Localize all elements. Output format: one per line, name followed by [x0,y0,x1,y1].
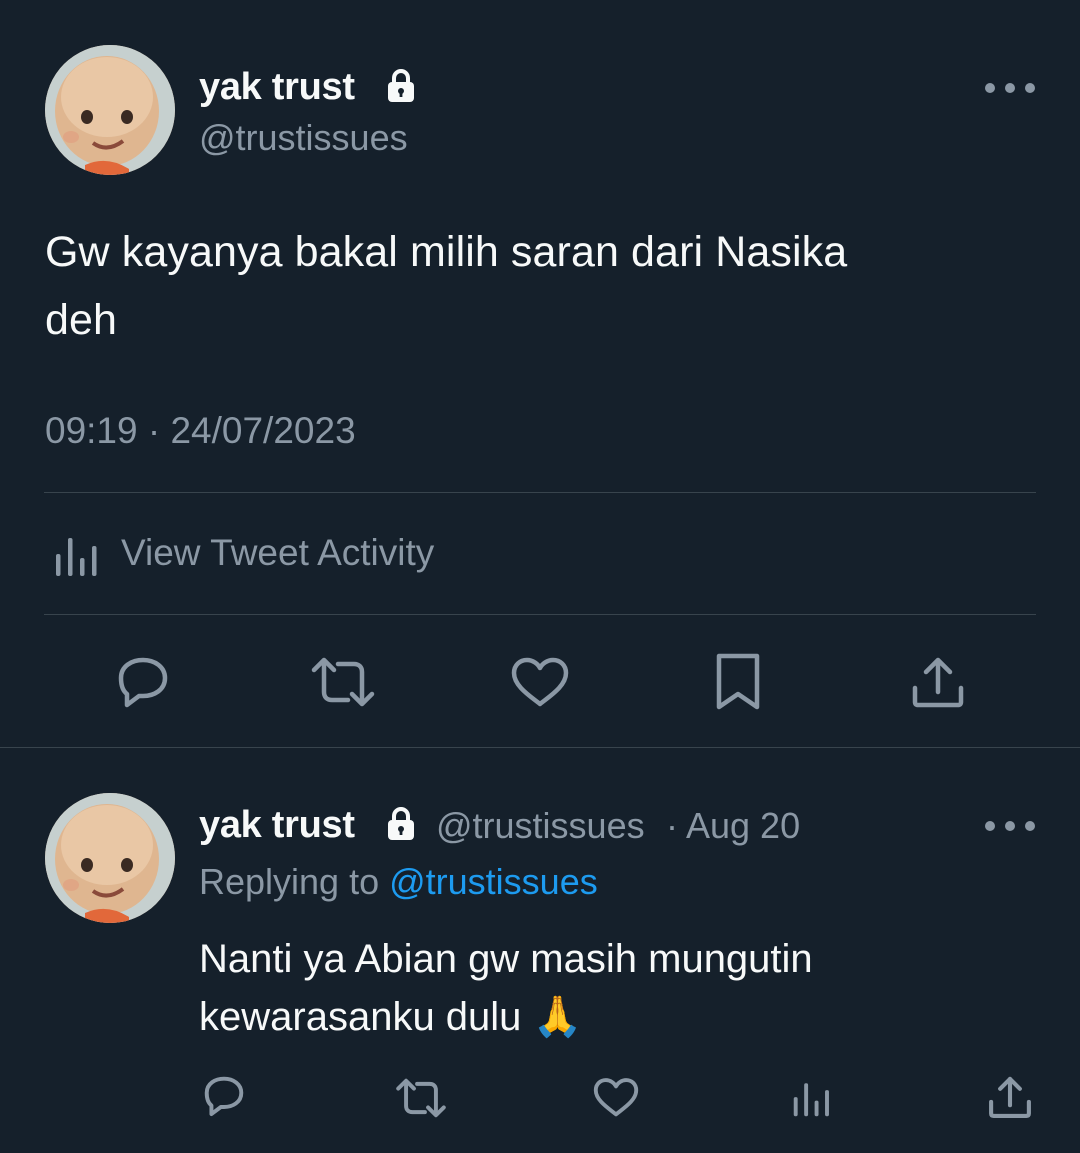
avatar[interactable] [45,45,175,175]
replying-to-label: Replying to [199,861,380,902]
replying-to-handle-link[interactable]: @trustissues [389,861,598,902]
display-name[interactable]: yak trust [199,804,355,847]
display-name[interactable]: yak trust [199,66,355,109]
analytics-icon [54,532,100,578]
tweet-text-line: Nanti ya Abian gw masih mungutin [199,937,813,981]
like-icon[interactable] [592,1077,640,1119]
tweet-date[interactable]: · Aug 20 [666,805,800,847]
share-icon[interactable] [987,1074,1033,1120]
analytics-icon[interactable] [792,1078,832,1118]
reply-tweet[interactable]: yak trust @trustissues · Aug 20 Replying… [0,748,1080,1153]
tweet-text-line-content: kewarasanku dulu [199,995,522,1039]
like-icon[interactable] [510,656,570,710]
tweet-text: Nanti ya Abian gw masih mungutin kewaras… [199,930,1059,1046]
bookmark-icon[interactable] [714,652,762,712]
tweet-timestamp[interactable]: 09:19 · 24/07/2023 [45,410,356,452]
retweet-icon[interactable] [394,1076,448,1120]
divider [44,614,1036,615]
share-icon[interactable] [910,654,966,710]
user-handle[interactable]: @trustissues [199,117,408,159]
more-options-icon[interactable] [983,80,1037,96]
view-tweet-activity-button[interactable]: View Tweet Activity [44,520,544,590]
tweet-text-line: kewarasanku dulu 🙏 [199,988,1059,1046]
tweet-text-line: Gw kayanya bakal milih saran dari Nasika [45,228,848,276]
more-options-icon[interactable] [983,818,1037,834]
tweet-text-line: deh [45,296,118,344]
folded-hands-emoji: 🙏 [532,994,583,1040]
retweet-icon[interactable] [310,654,376,710]
lock-icon [385,68,417,104]
replying-to: Replying to @trustissues [199,861,598,903]
tweet-text: Gw kayanya bakal milih saran dari Nasika… [45,218,1035,354]
view-tweet-activity-label: View Tweet Activity [121,532,435,573]
reply-icon[interactable] [113,654,173,710]
user-handle[interactable]: @trustissues [436,805,645,847]
avatar[interactable] [45,793,175,923]
lock-icon [385,806,417,842]
reply-icon[interactable] [200,1074,248,1118]
main-tweet: yak trust @trustissues Gw kayanya bakal … [0,0,1080,747]
divider [44,492,1036,493]
